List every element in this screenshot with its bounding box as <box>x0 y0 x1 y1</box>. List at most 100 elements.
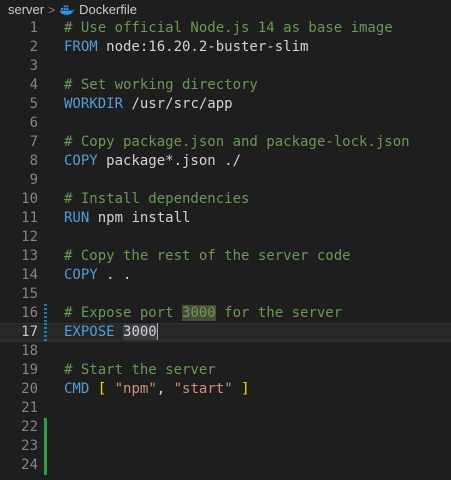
line-content: CMD [ "npm", "start" ] <box>64 380 250 399</box>
line-number: 2 <box>29 39 38 55</box>
line-number: 16 <box>21 305 38 321</box>
git-added-indicator[interactable] <box>44 418 47 437</box>
text-cursor <box>156 322 158 340</box>
line-number: 19 <box>21 362 38 378</box>
line-number: 18 <box>21 343 38 359</box>
code-line[interactable]: 14 COPY . . <box>0 266 451 285</box>
git-modified-indicator[interactable] <box>44 323 47 342</box>
code-token: "npm" <box>114 381 157 397</box>
docker-icon <box>59 4 75 15</box>
code-token: RUN <box>64 210 90 226</box>
line-content: # Copy the rest of the server code <box>64 247 351 266</box>
line-number: 6 <box>29 115 38 131</box>
code-token: FROM <box>64 39 98 55</box>
code-token: [ <box>97 381 107 397</box>
line-number: 14 <box>21 267 38 283</box>
code-line[interactable]: 18 <box>0 342 451 361</box>
line-content: COPY . . <box>64 266 131 285</box>
code-line[interactable]: 3 <box>0 57 451 76</box>
git-added-indicator[interactable] <box>44 437 47 456</box>
line-number: 8 <box>29 153 38 169</box>
code-line[interactable]: 6 <box>0 114 451 133</box>
code-token: WORKDIR <box>64 96 124 112</box>
code-line[interactable]: 8 COPY package*.json ./ <box>0 152 451 171</box>
line-number: 22 <box>21 419 38 435</box>
code-line[interactable]: 10 # Install dependencies <box>0 190 451 209</box>
code-line[interactable]: 17 EXPOSE 3000 <box>0 322 451 342</box>
code-line[interactable]: 22 <box>0 418 451 437</box>
line-number: 20 <box>21 381 38 397</box>
code-token: # Use official Node.js 14 as base image <box>64 20 393 36</box>
line-content: EXPOSE 3000 <box>64 322 158 342</box>
code-line[interactable]: 24 <box>0 456 451 475</box>
breadcrumb-folder[interactable]: server <box>8 2 44 17</box>
line-content: COPY package*.json ./ <box>64 152 241 171</box>
line-number: 17 <box>21 324 38 340</box>
git-modified-indicator[interactable] <box>44 304 47 323</box>
code-line[interactable]: 2 FROM node:16.20.2-buster-slim <box>0 38 451 57</box>
line-number: 7 <box>29 134 38 150</box>
line-number: 4 <box>29 77 38 93</box>
code-token: # Install dependencies <box>64 191 250 207</box>
line-content: # Start the server <box>64 361 216 380</box>
code-token: # Start the server <box>64 362 216 378</box>
code-token: # Copy package.json and package-lock.jso… <box>64 134 410 150</box>
code-token: # Expose port <box>64 305 183 321</box>
code-token: 3000 <box>123 324 157 340</box>
code-line[interactable]: 13 # Copy the rest of the server code <box>0 247 451 266</box>
code-token: "start" <box>173 381 233 397</box>
code-token: node:16.20.2-buster-slim <box>97 39 309 55</box>
breadcrumb-file[interactable]: Dockerfile <box>79 2 137 17</box>
chevron-right-icon: > <box>48 2 56 17</box>
code-token: /usr/src/app <box>123 96 233 112</box>
code-line[interactable]: 9 <box>0 171 451 190</box>
code-token: # Set working directory <box>64 77 258 93</box>
code-line[interactable]: 5 WORKDIR /usr/src/app <box>0 95 451 114</box>
code-line[interactable]: 16 # Expose port 3000 for the server <box>0 304 451 323</box>
breadcrumb: server > Dockerfile <box>0 0 451 19</box>
line-content: # Copy package.json and package-lock.jso… <box>64 133 410 152</box>
line-number: 12 <box>21 229 38 245</box>
code-token: . . <box>97 267 132 283</box>
code-token: COPY <box>64 153 98 169</box>
line-number: 10 <box>21 191 38 207</box>
line-number: 1 <box>29 20 38 36</box>
line-number: 11 <box>21 210 38 226</box>
line-number: 9 <box>29 172 38 188</box>
line-number: 13 <box>21 248 38 264</box>
code-line[interactable]: 21 <box>0 399 451 418</box>
line-content: # Expose port 3000 for the server <box>64 304 342 323</box>
line-number: 23 <box>21 438 38 454</box>
code-line[interactable]: 20 CMD [ "npm", "start" ] <box>0 380 451 399</box>
code-line[interactable]: 23 <box>0 437 451 456</box>
line-number: 15 <box>21 286 38 302</box>
line-number: 3 <box>29 58 38 74</box>
code-token: 3000 <box>182 305 216 321</box>
code-token: # Copy the rest of the server code <box>64 248 351 264</box>
code-line[interactable]: 1 # Use official Node.js 14 as base image <box>0 19 451 38</box>
line-content: RUN npm install <box>64 209 190 228</box>
code-token: npm install <box>89 210 191 226</box>
code-line[interactable]: 19 # Start the server <box>0 361 451 380</box>
line-content: # Set working directory <box>64 76 258 95</box>
git-added-indicator[interactable] <box>44 456 47 475</box>
code-token: COPY <box>64 267 98 283</box>
code-editor[interactable]: 1 # Use official Node.js 14 as base image… <box>0 19 451 475</box>
code-token: , <box>156 381 174 397</box>
code-line[interactable]: 4 # Set working directory <box>0 76 451 95</box>
code-line[interactable]: 12 <box>0 228 451 247</box>
line-content: # Install dependencies <box>64 190 249 209</box>
code-token: ] <box>241 381 250 397</box>
line-content: FROM node:16.20.2-buster-slim <box>64 38 308 57</box>
line-content: # Use official Node.js 14 as base image <box>64 19 393 38</box>
code-line[interactable]: 15 <box>0 285 451 304</box>
code-line[interactable]: 11 RUN npm install <box>0 209 451 228</box>
code-token: EXPOSE <box>64 324 115 340</box>
code-line[interactable]: 7 # Copy package.json and package-lock.js… <box>0 133 451 152</box>
line-number: 24 <box>21 457 38 473</box>
line-number: 5 <box>29 96 38 112</box>
